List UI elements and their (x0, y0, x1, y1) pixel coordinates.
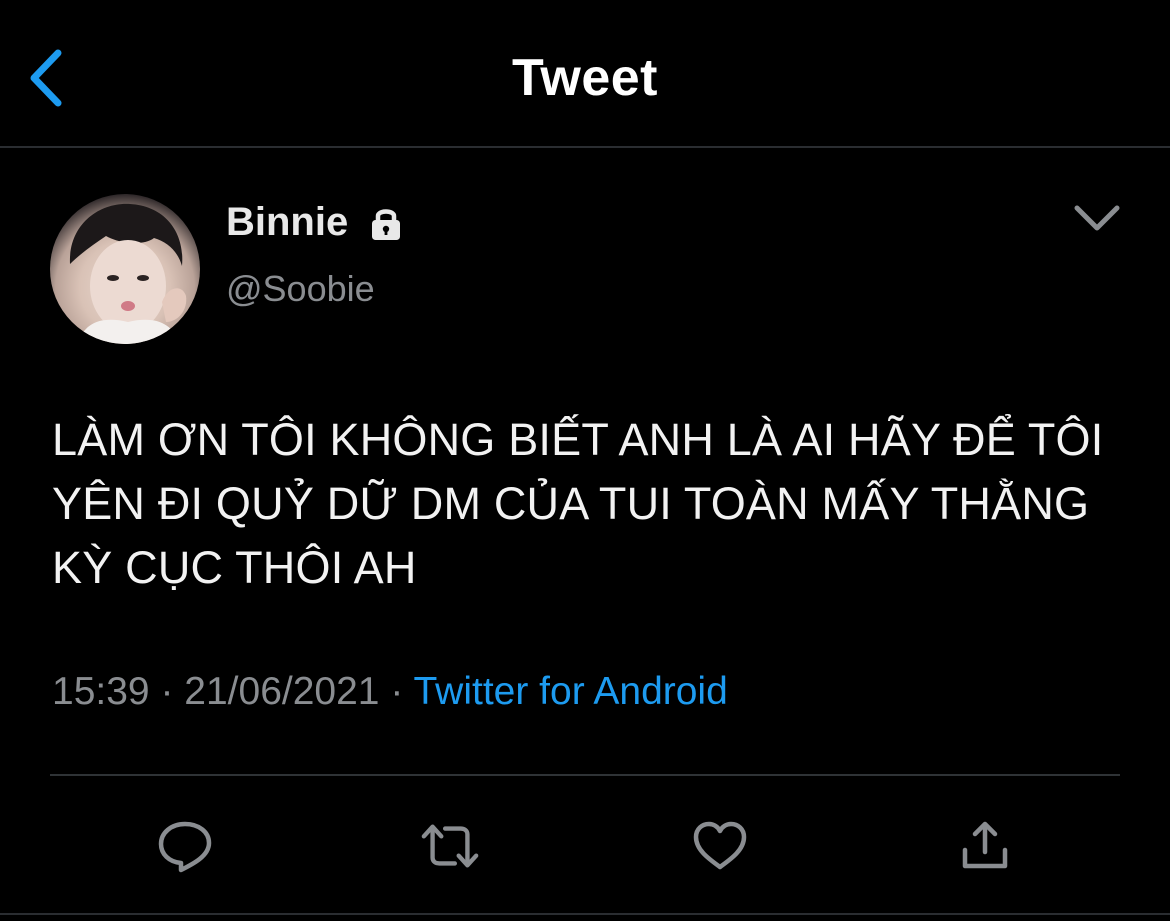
retweet-icon (421, 824, 479, 868)
tweet-meta: 15:39 · 21/06/2021 · Twitter for Android (52, 670, 728, 714)
heart-icon (693, 821, 747, 870)
chevron-down-icon (1074, 205, 1120, 231)
share-button[interactable] (955, 816, 1015, 876)
tweet-menu-button[interactable] (1066, 192, 1128, 244)
tweet-text-line: LÀM ƠN TÔI KHÔNG BIẾT ANH LÀ AI HÃY ĐỂ T… (52, 414, 1104, 465)
meta-separator: · (390, 670, 404, 713)
tweet-text-line: KỲ CỤC THÔI AH (52, 542, 417, 593)
reply-icon (158, 821, 212, 873)
like-button[interactable] (690, 816, 750, 876)
meta-separator: · (160, 670, 174, 713)
divider (50, 774, 1120, 776)
bottom-divider (0, 913, 1170, 915)
tweet-date: 21/06/2021 (184, 670, 380, 713)
author-name[interactable]: Binnie (226, 200, 348, 245)
tweet-time: 15:39 (52, 670, 150, 713)
tweet-text: LÀM ƠN TÔI KHÔNG BIẾT ANH LÀ AI HÃY ĐỂ T… (52, 408, 1142, 600)
tweet-source-link[interactable]: Twitter for Android (413, 670, 727, 713)
avatar[interactable] (50, 194, 200, 344)
page-title: Tweet (511, 49, 658, 107)
lock-icon (366, 203, 406, 243)
share-icon (962, 821, 1008, 869)
avatar-photo (69, 203, 187, 344)
reply-button[interactable] (155, 816, 215, 876)
retweet-button[interactable] (420, 816, 480, 876)
tweet-text-line: YÊN ĐI QUỶ DỮ DM CỦA TUI TOÀN MẤY THẰNG (52, 478, 1090, 529)
author-handle: @Soobie (226, 268, 375, 309)
author-row: Binnie (226, 200, 406, 245)
top-bar: Tweet (0, 0, 1170, 148)
